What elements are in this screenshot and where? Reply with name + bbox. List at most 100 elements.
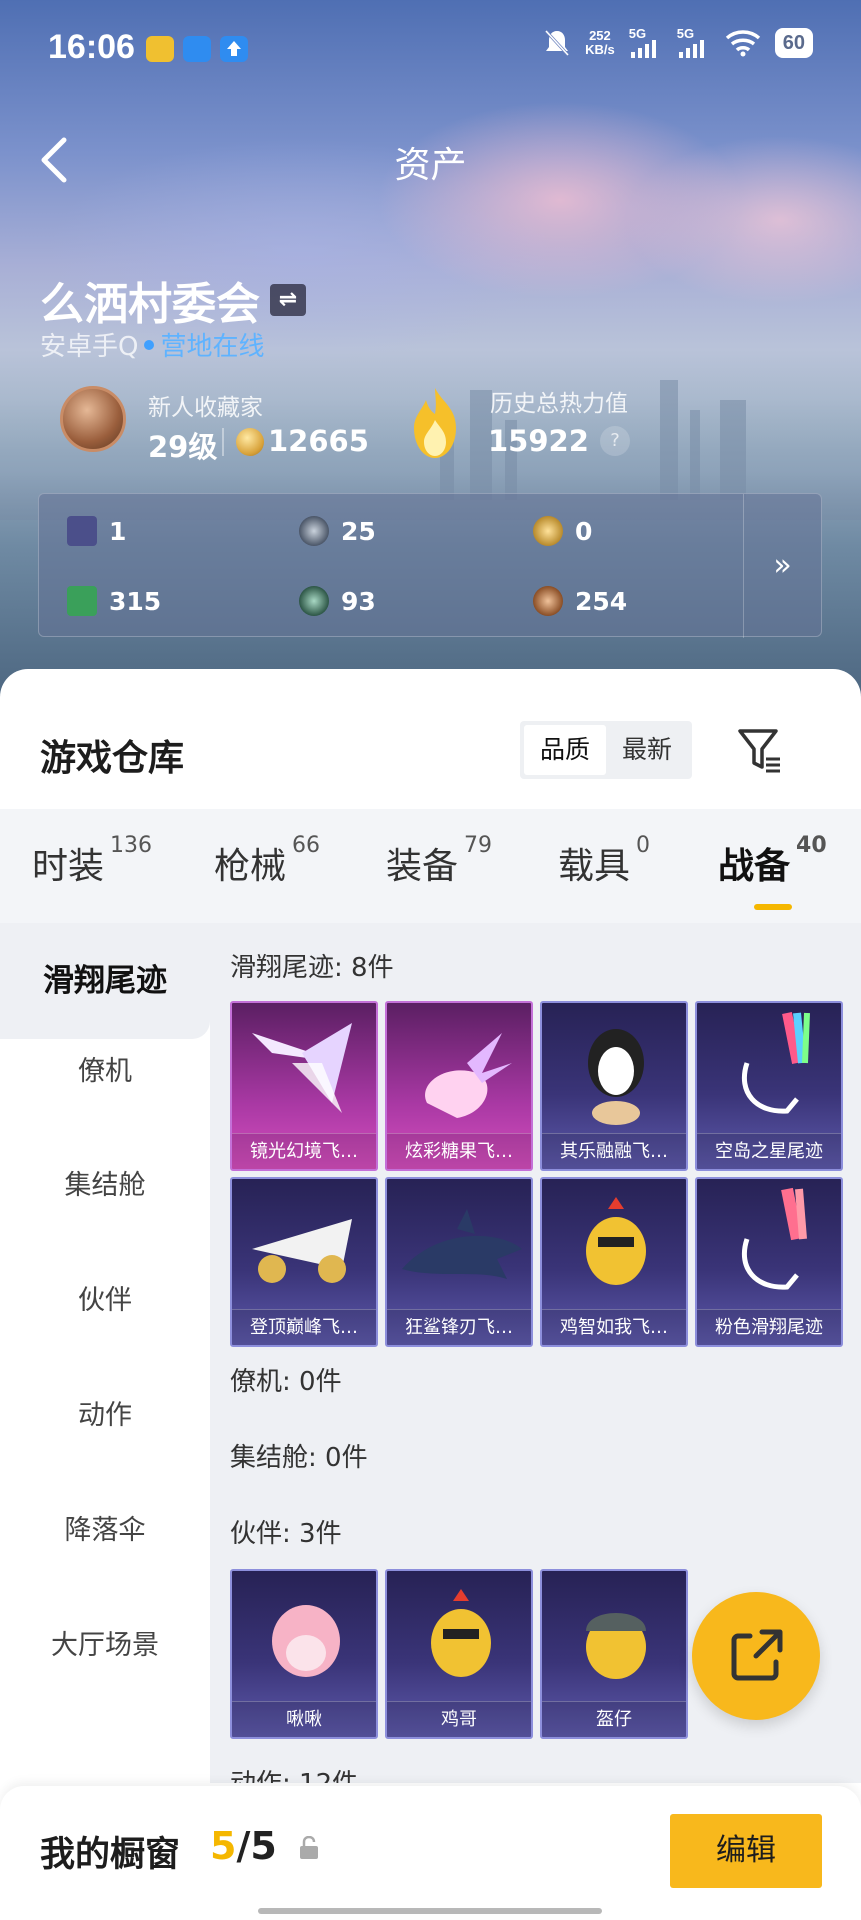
item-card[interactable]: 镜光幻境飞… bbox=[230, 1001, 378, 1171]
tab-guns[interactable]: 枪械66 bbox=[214, 833, 320, 889]
tab-equipment[interactable]: 装备79 bbox=[386, 833, 492, 889]
currency-more-button[interactable]: » bbox=[743, 494, 821, 638]
subcategory-wingman[interactable]: 僚机 bbox=[0, 1049, 210, 1088]
item-name: 镜光幻境飞… bbox=[232, 1133, 376, 1169]
signal-5g-icon: 5G bbox=[629, 26, 663, 58]
item-card[interactable]: 炫彩糖果飞… bbox=[385, 1001, 533, 1171]
currency-value: 93 bbox=[341, 586, 376, 616]
showcase-count: 5/5 bbox=[210, 1824, 277, 1868]
subcategory-action[interactable]: 动作 bbox=[0, 1393, 210, 1432]
online-dot bbox=[144, 339, 155, 350]
help-icon[interactable]: ? bbox=[600, 426, 630, 456]
home-indicator[interactable] bbox=[258, 1908, 602, 1914]
collector-medal-icon bbox=[60, 386, 126, 452]
item-card[interactable]: 狂鲨锋刃飞… bbox=[385, 1177, 533, 1347]
coin-value: 12665 bbox=[268, 424, 369, 458]
battery-indicator: 60 bbox=[774, 28, 813, 58]
item-card[interactable]: 登顶巅峰飞… bbox=[230, 1177, 378, 1347]
profile-name: 么洒村委会 ⇌ bbox=[40, 268, 306, 332]
tab-count: 136 bbox=[110, 833, 153, 858]
category-tabs: 时装136 枪械66 装备79 载具0 战备40 bbox=[0, 809, 861, 923]
filter-icon[interactable] bbox=[732, 723, 788, 777]
tab-active-indicator bbox=[754, 904, 792, 910]
collector-level: 29级 bbox=[148, 430, 218, 464]
sort-toggle: 品质 最新 bbox=[520, 721, 692, 779]
silver-coin-icon bbox=[299, 516, 329, 546]
subcategory-glide-trail[interactable]: 滑翔尾迹 bbox=[0, 923, 210, 1039]
currency-panel[interactable]: 1 25 0 315 93 254 » bbox=[38, 493, 822, 638]
gold-coin-icon bbox=[533, 516, 563, 546]
item-name: 空岛之星尾迹 bbox=[697, 1133, 841, 1169]
group-label-capsule: 集结舱: 0件 bbox=[230, 1443, 368, 1473]
item-card[interactable]: 空岛之星尾迹 bbox=[695, 1001, 843, 1171]
penguin-trail-art bbox=[588, 1029, 644, 1125]
group-label-partner: 伙伴: 3件 bbox=[230, 1519, 342, 1549]
status-icons: 252 KB/s 5G 5G 60 bbox=[543, 26, 813, 58]
candy-trail-art bbox=[425, 1033, 512, 1118]
chicken-trail-art bbox=[586, 1197, 646, 1285]
profile-name-text: 么洒村委会 bbox=[40, 279, 260, 330]
tab-label: 战备 bbox=[718, 846, 791, 887]
tab-count: 0 bbox=[636, 833, 651, 858]
share-icon bbox=[731, 1629, 783, 1681]
item-card[interactable]: 盔仔 bbox=[540, 1569, 688, 1739]
currency-value: 0 bbox=[575, 516, 593, 546]
signal-5g-icon: 5G bbox=[677, 26, 711, 58]
item-card[interactable]: 鸡哥 bbox=[385, 1569, 533, 1739]
item-name: 鸡智如我飞… bbox=[542, 1309, 686, 1345]
green-ticket-icon bbox=[67, 586, 97, 616]
divider bbox=[222, 428, 224, 456]
tab-fashion[interactable]: 时装136 bbox=[32, 833, 152, 889]
pink-trail-art bbox=[741, 1187, 807, 1290]
sort-latest-button[interactable]: 最新 bbox=[606, 725, 688, 775]
currency-gold: 0 bbox=[533, 516, 592, 546]
subcategory-capsule[interactable]: 集结舱 bbox=[0, 1163, 210, 1202]
share-button[interactable] bbox=[692, 1592, 820, 1720]
subcategory-lobby-scene[interactable]: 大厅场景 bbox=[0, 1623, 210, 1662]
tab-readiness[interactable]: 战备40 bbox=[718, 833, 827, 889]
currency-bronze: 254 bbox=[533, 586, 627, 616]
lock-icon bbox=[300, 1836, 318, 1859]
page-title: 资产 bbox=[394, 145, 467, 186]
currency-value: 254 bbox=[575, 586, 628, 616]
warehouse-sheet: 游戏仓库 品质 最新 时装136 枪械66 装备79 载具0 战备40 滑翔尾迹… bbox=[0, 669, 861, 1920]
sort-quality-button[interactable]: 品质 bbox=[524, 725, 606, 775]
tab-count: 40 bbox=[796, 833, 827, 858]
currency-value: 315 bbox=[109, 586, 162, 616]
switch-account-icon[interactable]: ⇌ bbox=[270, 284, 306, 316]
card-icon bbox=[67, 516, 97, 546]
collector-title: 新人收藏家 bbox=[148, 395, 263, 421]
item-card[interactable]: 其乐融融飞… bbox=[540, 1001, 688, 1171]
green-orb-icon bbox=[299, 586, 329, 616]
tab-label: 时装 bbox=[32, 846, 105, 887]
edit-button[interactable]: 编辑 bbox=[670, 1814, 822, 1888]
heat-title: 历史总热力值 bbox=[490, 391, 628, 417]
subcategory-parachute[interactable]: 降落伞 bbox=[0, 1508, 210, 1547]
item-card[interactable]: 鸡智如我飞… bbox=[540, 1177, 688, 1347]
net-speed-value: 252 bbox=[589, 28, 611, 43]
tab-vehicles[interactable]: 载具0 bbox=[558, 833, 650, 889]
currency-orb: 93 bbox=[299, 586, 376, 616]
group-label-wingman: 僚机: 0件 bbox=[230, 1367, 342, 1397]
group-label-glide: 滑翔尾迹: 8件 bbox=[230, 953, 394, 983]
app-notification-icon bbox=[183, 36, 211, 62]
subcategory-list: 滑翔尾迹 僚机 集结舱 伙伴 动作 降落伞 大厅场景 bbox=[0, 923, 210, 1783]
status-time: 16:06 bbox=[48, 28, 135, 66]
flame-icon bbox=[414, 388, 456, 458]
item-card[interactable]: 啾啾 bbox=[230, 1569, 378, 1739]
golden-jet-art bbox=[252, 1219, 352, 1283]
currency-silver: 25 bbox=[299, 516, 376, 546]
platform-text: 安卓手Q bbox=[40, 332, 139, 362]
tab-label: 装备 bbox=[386, 846, 459, 887]
currency-ticket: 315 bbox=[67, 586, 161, 616]
showcase-current: 5 bbox=[210, 1824, 237, 1868]
tab-label: 载具 bbox=[558, 846, 631, 887]
item-card[interactable]: 粉色滑翔尾迹 bbox=[695, 1177, 843, 1347]
upload-icon bbox=[220, 36, 248, 62]
tab-count: 79 bbox=[464, 833, 493, 858]
showcase-label: 我的橱窗 bbox=[40, 1835, 181, 1875]
item-name: 狂鲨锋刃飞… bbox=[387, 1309, 531, 1345]
profile-platform: 安卓手Q 营地在线 bbox=[40, 326, 264, 363]
item-name: 其乐融融飞… bbox=[542, 1133, 686, 1169]
subcategory-partner[interactable]: 伙伴 bbox=[0, 1278, 210, 1317]
